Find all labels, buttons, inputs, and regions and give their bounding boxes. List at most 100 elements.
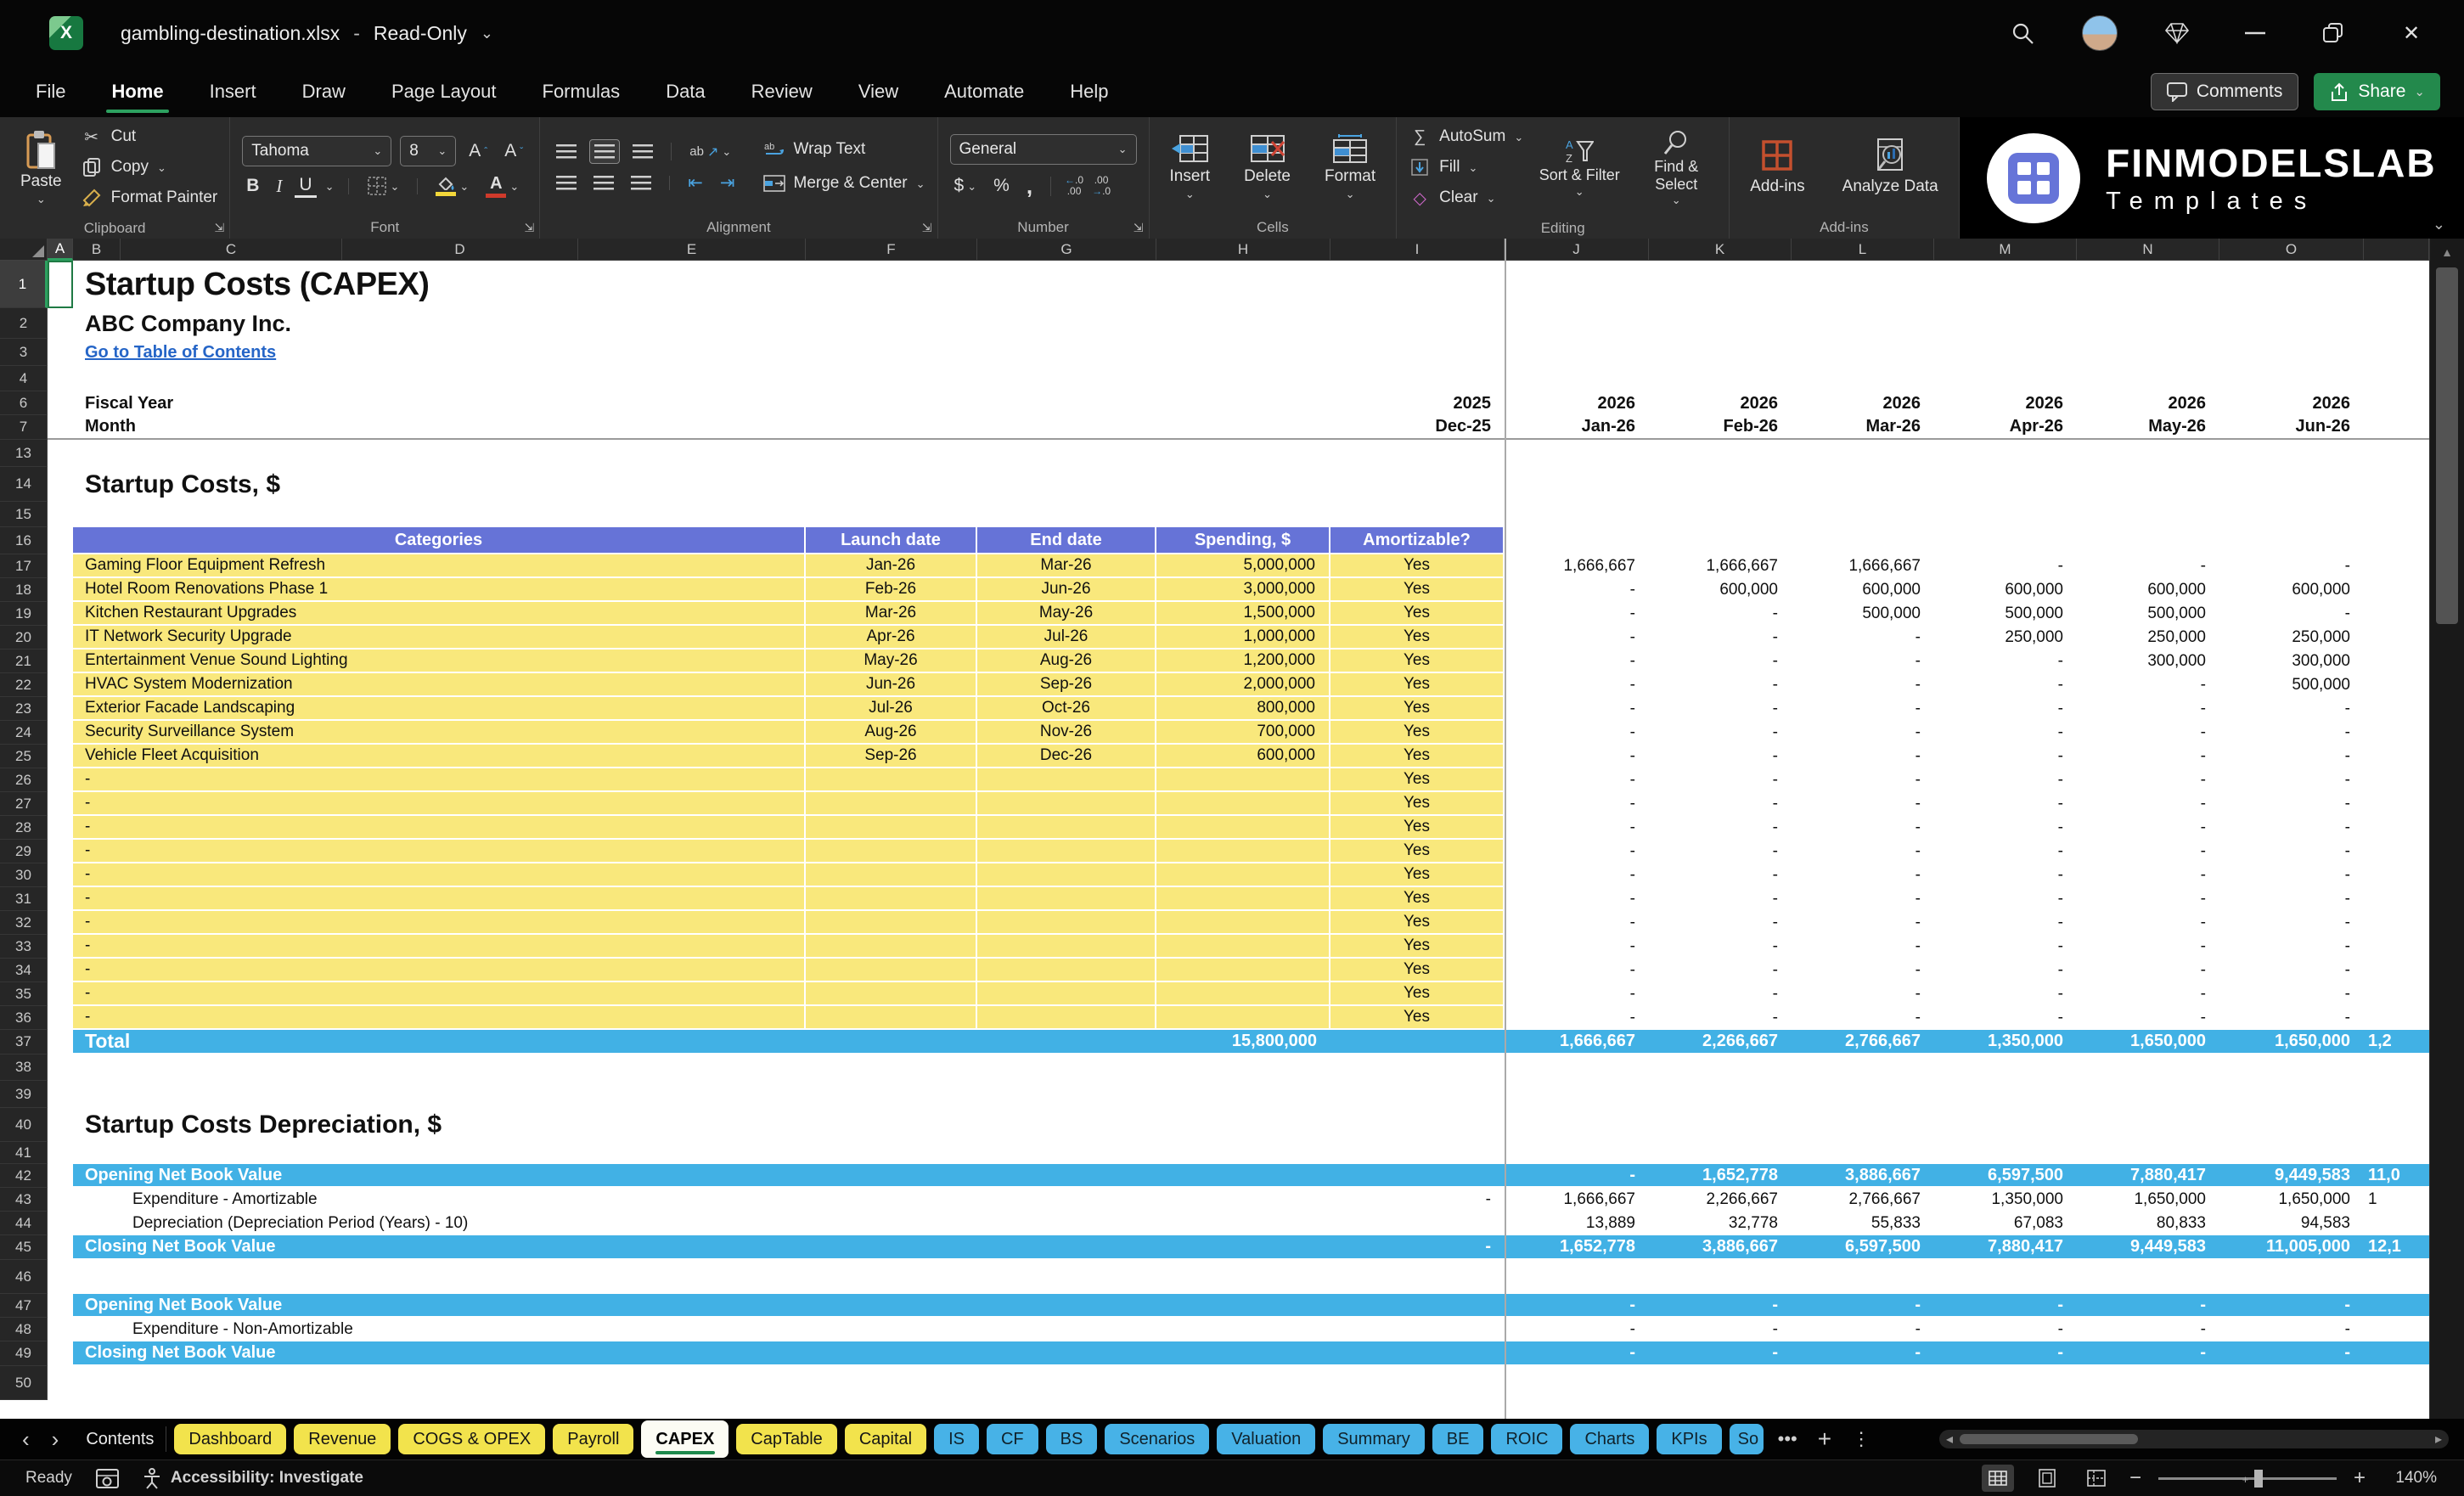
cell[interactable] <box>48 339 73 366</box>
cell[interactable]: Apr-26 <box>806 626 977 650</box>
cell[interactable]: Jan-26 <box>806 554 977 578</box>
row-header-41[interactable]: 41 <box>0 1142 48 1164</box>
cell[interactable] <box>1330 1212 1505 1235</box>
cell[interactable]: Yes <box>1330 745 1505 768</box>
cell[interactable]: 2026 <box>2077 391 2219 415</box>
zoom-out-button[interactable]: − <box>2129 1466 2141 1490</box>
cell[interactable]: - <box>1649 721 1792 745</box>
menu-tab-file[interactable]: File <box>34 76 67 108</box>
cell[interactable] <box>806 1366 977 1400</box>
cell[interactable]: 5,000,000 <box>1156 554 1330 578</box>
cell[interactable]: - <box>1792 911 1934 935</box>
cell[interactable] <box>1156 887 1330 911</box>
cell[interactable]: - <box>2077 721 2219 745</box>
cell[interactable] <box>73 1081 121 1108</box>
cell[interactable]: 2,000,000 <box>1156 673 1330 697</box>
row-header-2[interactable]: 2 <box>0 308 48 339</box>
cell[interactable]: - <box>1330 1235 1505 1260</box>
sheet-tab-roic[interactable]: ROIC <box>1491 1424 1563 1454</box>
cell[interactable] <box>1505 339 1649 366</box>
cell[interactable]: Yes <box>1330 1006 1505 1030</box>
cell[interactable]: Yes <box>1330 935 1505 959</box>
cell[interactable]: - <box>1792 887 1934 911</box>
cell[interactable]: 55,833 <box>1792 1212 1934 1235</box>
cell[interactable] <box>1649 1366 1792 1400</box>
column-header-D[interactable]: D <box>342 239 578 261</box>
comments-button[interactable]: Comments <box>2150 73 2299 110</box>
cell[interactable]: Jun-26 <box>977 578 1156 602</box>
cell[interactable]: - <box>2219 863 2364 887</box>
cell[interactable]: 800,000 <box>1156 697 1330 721</box>
cell[interactable] <box>2364 308 2429 339</box>
cell[interactable]: - <box>1505 578 1649 602</box>
cell[interactable] <box>48 1260 73 1294</box>
cell[interactable]: Yes <box>1330 650 1505 673</box>
cell[interactable] <box>806 816 977 840</box>
cell[interactable]: Yes <box>1330 626 1505 650</box>
cell[interactable]: - <box>1649 816 1792 840</box>
menu-tab-data[interactable]: Data <box>664 76 706 108</box>
cell[interactable] <box>2364 415 2429 440</box>
cell[interactable] <box>977 935 1156 959</box>
cell[interactable] <box>1792 467 1934 502</box>
cell[interactable] <box>977 1055 1156 1081</box>
cell[interactable] <box>1330 261 1505 308</box>
cell[interactable]: - <box>2219 768 2364 792</box>
cell[interactable] <box>2219 1108 2364 1142</box>
cell[interactable] <box>1156 911 1330 935</box>
cell[interactable] <box>2364 935 2429 959</box>
cell[interactable] <box>2364 602 2429 626</box>
cell[interactable] <box>48 366 73 391</box>
cell[interactable] <box>2077 1081 2219 1108</box>
cell[interactable]: May-26 <box>806 650 977 673</box>
decrease-indent-button[interactable]: ⇤ <box>684 172 707 194</box>
orientation-button[interactable]: ab ↗ ⌄ <box>685 143 735 160</box>
row-header-28[interactable]: 28 <box>0 816 48 840</box>
cell[interactable]: - <box>1934 982 2077 1006</box>
cell[interactable] <box>48 527 73 554</box>
cell[interactable] <box>342 1142 578 1164</box>
cell[interactable] <box>2364 745 2429 768</box>
cell[interactable]: 300,000 <box>2077 650 2219 673</box>
align-right-button[interactable] <box>627 176 655 190</box>
macro-record-icon[interactable] <box>95 1468 119 1488</box>
cell[interactable] <box>2364 391 2429 415</box>
cell[interactable] <box>1330 1055 1505 1081</box>
cell[interactable] <box>1156 1081 1330 1108</box>
row-header-40[interactable]: 40 <box>0 1108 48 1142</box>
cell[interactable] <box>806 391 977 415</box>
cell[interactable] <box>1156 366 1330 391</box>
sheet-tab-charts[interactable]: Charts <box>1570 1424 1650 1454</box>
row-header-27[interactable]: 27 <box>0 792 48 816</box>
cell[interactable]: Nov-26 <box>977 721 1156 745</box>
cell[interactable] <box>1156 792 1330 816</box>
cell[interactable] <box>73 1318 121 1341</box>
cell[interactable]: 2026 <box>1934 391 2077 415</box>
cell[interactable]: 1,666,667 <box>1792 554 1934 578</box>
cell[interactable]: Yes <box>1330 673 1505 697</box>
cell[interactable] <box>48 697 73 721</box>
cell[interactable] <box>806 1055 977 1081</box>
cell[interactable]: Opening Net Book Value <box>73 1164 1505 1188</box>
cell[interactable]: - <box>1934 721 2077 745</box>
cell[interactable]: Aug-26 <box>806 721 977 745</box>
cell[interactable] <box>1505 467 1649 502</box>
cell[interactable]: Go to Table of Contents <box>73 339 977 366</box>
user-avatar[interactable] <box>2082 15 2118 51</box>
cell[interactable] <box>48 626 73 650</box>
cell[interactable] <box>1330 1260 1505 1294</box>
cell[interactable] <box>48 792 73 816</box>
cell[interactable]: 32,778 <box>1649 1212 1792 1235</box>
cell[interactable] <box>1156 1142 1330 1164</box>
cell[interactable]: - <box>2077 1006 2219 1030</box>
row-header-7[interactable]: 7 <box>0 415 48 440</box>
row-header-34[interactable]: 34 <box>0 959 48 982</box>
cell[interactable] <box>1792 261 1934 308</box>
cell[interactable] <box>2364 440 2429 467</box>
cell[interactable]: - <box>1649 863 1792 887</box>
insert-cells-button[interactable]: Insert ⌄ <box>1162 132 1219 202</box>
cell[interactable]: 1,200,000 <box>1156 650 1330 673</box>
cell[interactable] <box>2219 339 2364 366</box>
menu-tab-review[interactable]: Review <box>750 76 814 108</box>
more-sheets-button[interactable]: ••• <box>1772 1428 1803 1450</box>
